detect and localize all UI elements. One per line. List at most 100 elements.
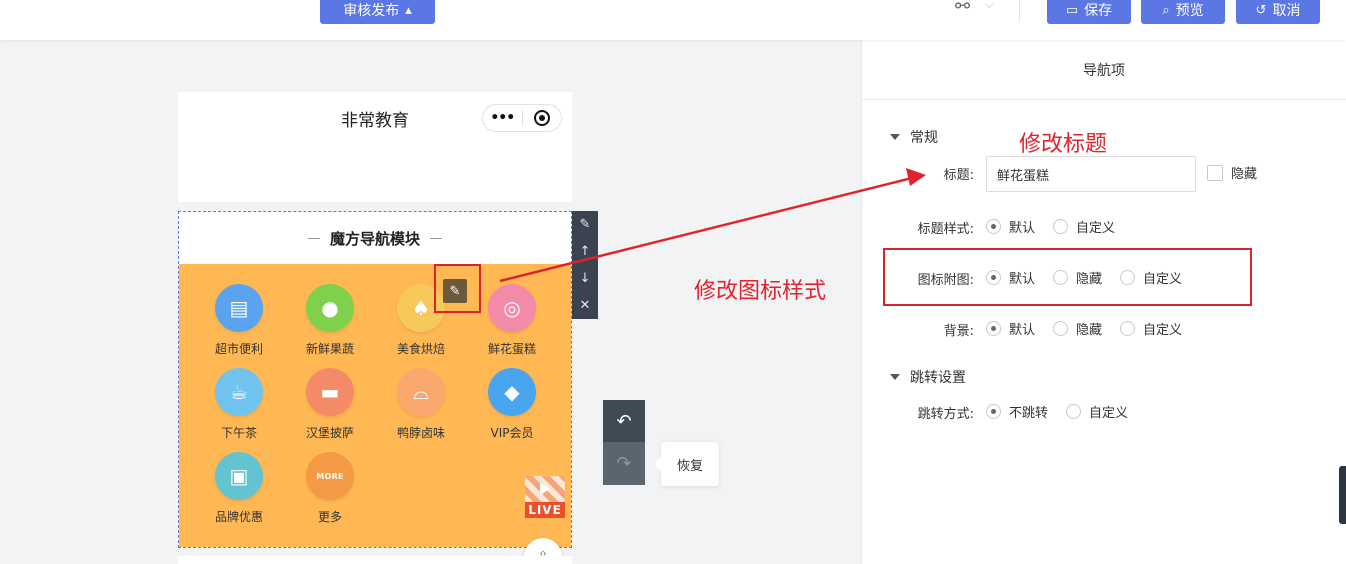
undo-arrow-icon[interactable]: ↶	[603, 400, 645, 442]
caret-up-icon: ▴	[405, 2, 412, 18]
nav-label: 品牌优惠	[214, 510, 263, 524]
nav-item-flower-cake[interactable]: ◎ 鲜花蛋糕	[472, 284, 552, 357]
burger-icon: ▬	[306, 368, 354, 416]
annotation-box-icon-image	[883, 248, 1252, 306]
phone-next-module	[178, 556, 572, 564]
move-down-icon[interactable]: ↓	[572, 265, 598, 292]
checkbox-box[interactable]	[1207, 164, 1223, 181]
search-icon: ⌕	[1162, 2, 1170, 18]
title-style-custom[interactable]: 自定义	[1053, 217, 1115, 236]
annotation-edit-icon-style: 修改图标样式	[694, 279, 827, 304]
radio-label: 默认	[1009, 221, 1036, 236]
edit-pencil-icon[interactable]: ✎	[572, 211, 598, 238]
mini-program-capsule[interactable]: •••	[482, 104, 562, 132]
radio-unselected[interactable]	[1120, 321, 1136, 336]
annotation-box-edit-icon	[434, 264, 481, 313]
edge-floating-widget[interactable]	[1339, 466, 1346, 524]
gift-icon: ▣	[215, 452, 263, 500]
nav-label: 超市便利	[214, 342, 263, 356]
jump-mode-radios: 不跳转 自定义	[986, 402, 1146, 421]
live-play-icon	[525, 476, 565, 502]
nav-label: 下午茶	[220, 426, 257, 440]
store-icon: ▤	[215, 284, 263, 332]
jump-mode-none[interactable]: 不跳转	[986, 402, 1048, 421]
nav-item-vip[interactable]: ◆ VIP会员	[472, 368, 552, 441]
delete-close-icon[interactable]: ✕	[572, 292, 598, 319]
panel-title: 导航项	[862, 40, 1346, 100]
nav-item-afternoon-tea[interactable]: ☕ 下午茶	[199, 368, 279, 441]
title-style-radios: 默认 自定义	[986, 217, 1133, 236]
cup-icon: ☕	[215, 368, 263, 416]
module-title-text: 魔方导航模块	[329, 229, 420, 248]
review-publish-label: 审核发布	[343, 3, 400, 19]
cancel-button[interactable]: ↺ 取消	[1236, 0, 1320, 24]
module-title: 魔方导航模块	[179, 212, 571, 264]
chevron-down-icon[interactable]: ⌵	[985, 0, 993, 12]
background-hide[interactable]: 隐藏	[1053, 319, 1102, 338]
nav-item-brand-deals[interactable]: ▣ 品牌优惠	[199, 452, 279, 525]
preview-button[interactable]: ⌕ 预览	[1141, 0, 1225, 24]
radio-label: 自定义	[1143, 323, 1183, 338]
save-label: 保存	[1084, 3, 1113, 19]
cancel-label: 取消	[1272, 3, 1301, 19]
nav-label: 新鲜果蔬	[305, 342, 354, 356]
nav-label: 鲜花蛋糕	[487, 342, 536, 356]
nav-label: 汉堡披萨	[305, 426, 354, 440]
radio-selected[interactable]	[986, 219, 1001, 234]
title-label: 标题:	[943, 168, 974, 183]
hide-title-checkbox[interactable]: 隐藏	[1207, 163, 1257, 182]
top-toolbar: 审核发布 ▴ ⚯ ⌵ ▭ 保存 ⌕ 预览 ↺ 取消	[0, 0, 1346, 40]
undo-icon: ↺	[1255, 2, 1267, 18]
diamond-icon: ◆	[488, 368, 536, 416]
more-dots-icon[interactable]: •••	[483, 110, 522, 126]
nav-item-fresh-fruit[interactable]: ● 新鲜果蔬	[290, 284, 370, 357]
jump-mode-custom[interactable]: 自定义	[1066, 402, 1128, 421]
annotation-edit-title: 修改标题	[1019, 132, 1108, 157]
nav-item-supermarket[interactable]: ▤ 超市便利	[199, 284, 279, 357]
radio-selected[interactable]	[986, 404, 1001, 419]
radio-selected[interactable]	[986, 321, 1001, 336]
live-text: LIVE	[525, 502, 565, 518]
more-text: MORE	[316, 471, 344, 481]
nav-item-burger-pizza[interactable]: ▬ 汉堡披萨	[290, 368, 370, 441]
cube-nav-module[interactable]: 魔方导航模块 ▤ 超市便利 ● 新鲜果蔬 ♠ 美食烘焙 ◎ 鲜花蛋糕 ☕ 下午茶…	[178, 211, 572, 548]
apple-icon: ●	[306, 284, 354, 332]
redo-arrow-icon[interactable]: ↷	[603, 442, 645, 485]
title-dash-left	[307, 237, 320, 239]
cloche-icon: ⌓	[397, 368, 445, 416]
background-default[interactable]: 默认	[986, 319, 1035, 338]
title-style-default[interactable]: 默认	[986, 217, 1035, 236]
save-button[interactable]: ▭ 保存	[1047, 0, 1131, 24]
more-icon: MORE	[306, 452, 354, 500]
live-badge[interactable]: LIVE	[525, 476, 565, 518]
collapse-triangle-icon	[890, 374, 900, 380]
section-general[interactable]: 常规	[890, 127, 938, 147]
nav-item-braised[interactable]: ⌓ 鸭脖卤味	[381, 368, 461, 441]
nav-label: 美食烘焙	[396, 342, 445, 356]
radio-unselected[interactable]	[1053, 219, 1069, 234]
background-radios: 默认 隐藏 自定义	[986, 319, 1200, 338]
radio-label: 不跳转	[1009, 406, 1049, 421]
floppy-icon: ▭	[1065, 2, 1079, 18]
section-jump[interactable]: 跳转设置	[890, 367, 966, 387]
radio-label: 隐藏	[1076, 323, 1103, 338]
title-input[interactable]	[986, 156, 1196, 192]
collapse-triangle-icon	[890, 134, 900, 140]
close-target-icon[interactable]	[522, 110, 561, 126]
nav-label: VIP会员	[490, 426, 534, 440]
cable-icon[interactable]: ⚯	[955, 0, 970, 17]
background-custom[interactable]: 自定义	[1120, 319, 1182, 338]
nav-item-more[interactable]: MORE 更多	[290, 452, 370, 525]
radio-label: 默认	[1009, 323, 1036, 338]
jump-mode-label: 跳转方式:	[917, 407, 974, 422]
title-style-label: 标题样式:	[917, 222, 974, 237]
background-label: 背景:	[943, 324, 974, 339]
radio-unselected[interactable]	[1053, 321, 1069, 336]
nav-grid: ▤ 超市便利 ● 新鲜果蔬 ♠ 美食烘焙 ◎ 鲜花蛋糕 ☕ 下午茶 ▬ 汉堡披萨…	[179, 264, 571, 547]
radio-unselected[interactable]	[1066, 404, 1082, 419]
move-up-icon[interactable]: ↑	[572, 238, 598, 265]
title-dash-right	[430, 237, 442, 239]
history-controls: ↶ ↷	[603, 400, 645, 485]
review-publish-button[interactable]: 审核发布 ▴	[320, 0, 435, 24]
toolbar-divider	[1019, 0, 1020, 22]
